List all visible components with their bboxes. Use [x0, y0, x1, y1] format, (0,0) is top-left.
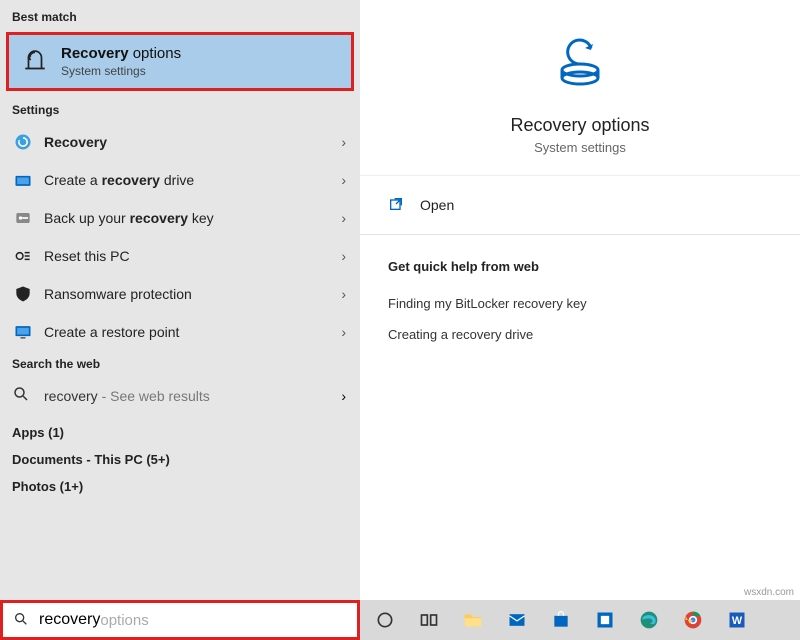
recovery-settings-icon	[12, 131, 34, 153]
best-match-text: Recovery options System settings	[61, 45, 181, 78]
help-title: Get quick help from web	[388, 259, 772, 274]
mail-icon[interactable]	[506, 609, 528, 631]
open-icon	[388, 196, 406, 214]
taskbar: W	[360, 600, 800, 640]
reset-pc-icon	[12, 245, 34, 267]
chrome-icon[interactable]	[682, 609, 704, 631]
settings-header: Settings	[0, 97, 360, 123]
recovery-hero-icon	[548, 30, 612, 99]
details-hero: Recovery options System settings	[360, 0, 800, 176]
app-icon[interactable]	[594, 609, 616, 631]
search-icon	[13, 611, 31, 629]
settings-item-reset-pc[interactable]: Reset this PC ›	[0, 237, 360, 275]
edge-icon[interactable]	[638, 609, 660, 631]
details-title: Recovery options	[380, 115, 780, 136]
settings-item-recovery[interactable]: Recovery ›	[0, 123, 360, 161]
task-view-icon[interactable]	[418, 609, 440, 631]
drive-icon	[12, 169, 34, 191]
category-photos[interactable]: Photos (1+)	[0, 469, 360, 496]
search-web-header: Search the web	[0, 351, 360, 377]
search-input-bar[interactable]: recovery options	[0, 600, 360, 640]
chevron-right-icon: ›	[341, 210, 346, 226]
chevron-right-icon: ›	[341, 388, 346, 404]
recovery-icon	[21, 48, 49, 76]
search-icon	[12, 385, 34, 407]
search-typed-text: recovery	[39, 611, 100, 629]
search-results-panel: Best match Recovery options System setti…	[0, 0, 360, 600]
divider	[360, 234, 800, 235]
chevron-right-icon: ›	[341, 134, 346, 150]
chevron-right-icon: ›	[341, 286, 346, 302]
search-autocomplete-ghost: options	[100, 612, 148, 629]
settings-item-restore-point[interactable]: Create a restore point ›	[0, 313, 360, 351]
category-documents[interactable]: Documents - This PC (5+)	[0, 442, 360, 469]
svg-text:W: W	[732, 615, 743, 627]
cortana-icon[interactable]	[374, 609, 396, 631]
settings-item-recovery-key[interactable]: Back up your recovery key ›	[0, 199, 360, 237]
best-match-header: Best match	[0, 4, 360, 30]
shield-icon	[12, 283, 34, 305]
word-icon[interactable]: W	[726, 609, 748, 631]
chevron-right-icon: ›	[341, 324, 346, 340]
key-icon	[12, 207, 34, 229]
file-explorer-icon[interactable]	[462, 609, 484, 631]
help-link-recovery-drive[interactable]: Creating a recovery drive	[388, 319, 772, 350]
best-match-recovery-options[interactable]: Recovery options System settings	[6, 32, 354, 91]
web-result-recovery[interactable]: recovery - See web results ›	[0, 377, 360, 415]
help-section: Get quick help from web Finding my BitLo…	[360, 241, 800, 368]
monitor-icon	[12, 321, 34, 343]
settings-item-ransomware[interactable]: Ransomware protection ›	[0, 275, 360, 313]
details-panel: Recovery options System settings Open Ge…	[360, 0, 800, 600]
category-apps[interactable]: Apps (1)	[0, 415, 360, 442]
help-link-bitlocker[interactable]: Finding my BitLocker recovery key	[388, 288, 772, 319]
chevron-right-icon: ›	[341, 172, 346, 188]
open-label: Open	[420, 197, 454, 213]
settings-item-recovery-drive[interactable]: Create a recovery drive ›	[0, 161, 360, 199]
open-action[interactable]: Open	[360, 182, 800, 228]
details-subtitle: System settings	[380, 140, 780, 155]
chevron-right-icon: ›	[341, 248, 346, 264]
watermark: wsxdn.com	[744, 587, 794, 598]
store-icon[interactable]	[550, 609, 572, 631]
